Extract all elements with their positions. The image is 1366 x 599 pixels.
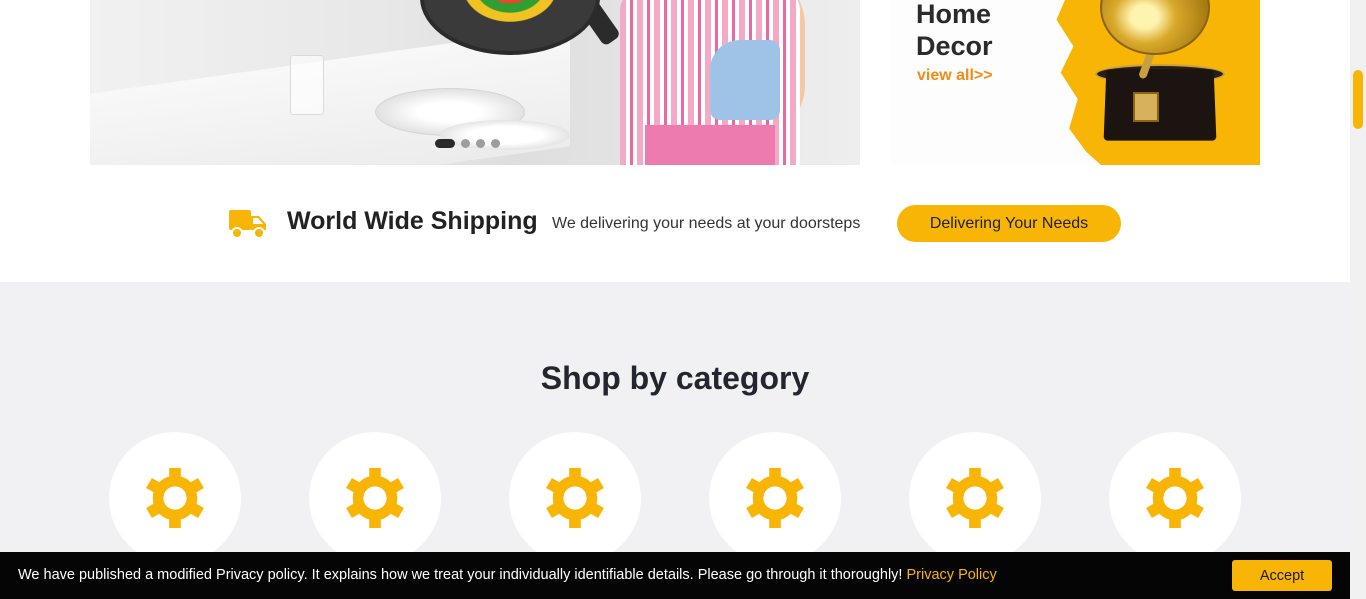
shipping-subtitle: We delivering your needs at your doorste… — [552, 215, 861, 232]
category-item-5[interactable] — [909, 432, 1041, 564]
gear-icon — [1146, 467, 1204, 529]
banner-title-line-2: Decor — [916, 31, 993, 61]
gramophone-plaque — [1133, 92, 1159, 122]
gramophone-box — [1103, 69, 1217, 141]
slider-dot-1[interactable] — [435, 139, 455, 148]
gear-icon — [746, 467, 804, 529]
cookie-message: We have published a modified Privacy pol… — [18, 567, 997, 583]
category-item-3[interactable] — [509, 432, 641, 564]
shipping-title: World Wide Shipping — [287, 207, 538, 235]
delivering-needs-button[interactable]: Delivering Your Needs — [897, 205, 1121, 242]
banner-title-line-1: Home — [916, 0, 992, 29]
category-item-1[interactable] — [109, 432, 241, 564]
gear-icon — [946, 467, 1004, 529]
hero-image-shirt — [710, 40, 780, 120]
slider-dots — [435, 139, 500, 148]
hero-image-glass — [290, 55, 324, 115]
truck-icon — [228, 206, 268, 240]
category-item-4[interactable] — [709, 432, 841, 564]
banner-title: Home Decor — [916, 0, 993, 62]
section-heading: Shop by category — [540, 360, 810, 396]
category-item-2[interactable] — [309, 432, 441, 564]
slider-dot-2[interactable] — [461, 139, 470, 148]
accept-button[interactable]: Accept — [1232, 560, 1332, 591]
gear-icon — [546, 467, 604, 529]
home-decor-banner[interactable]: Home Decor view all>> — [890, 0, 1260, 165]
gear-icon — [146, 467, 204, 529]
scrollbar-thumb[interactable] — [1353, 70, 1363, 129]
privacy-policy-link[interactable]: Privacy Policy — [907, 567, 997, 583]
cookie-message-text: We have published a modified Privacy pol… — [18, 567, 907, 583]
hero-image-pocket — [645, 125, 775, 165]
view-all-link[interactable]: view all>> — [917, 67, 993, 85]
slider-dot-3[interactable] — [476, 139, 485, 148]
page: Home Decor view all>> World Wide Shippin… — [0, 0, 1366, 599]
slider-dot-4[interactable] — [491, 139, 500, 148]
category-item-6[interactable] — [1109, 432, 1241, 564]
gear-icon — [346, 467, 404, 529]
